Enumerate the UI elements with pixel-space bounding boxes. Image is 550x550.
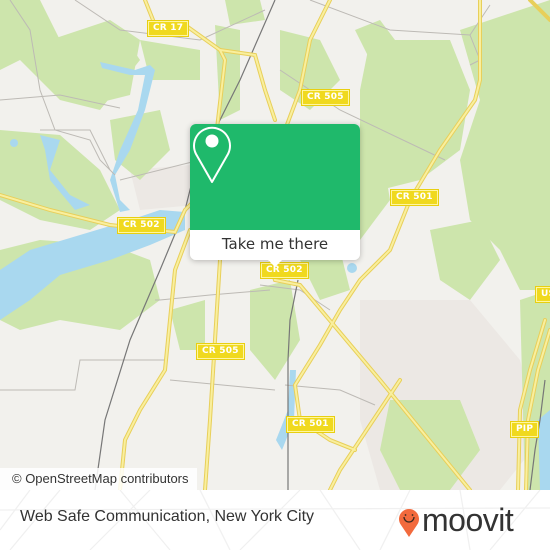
road-label-pip: PIP [509,421,540,438]
popup-pointer [266,258,284,267]
moovit-pin-icon [399,509,419,537]
footer-bar: Web Safe Communication, New York City mo… [0,490,550,550]
take-me-there-button[interactable]: Take me there [190,230,360,260]
popup-header [190,124,360,230]
road-label-us: US [534,286,550,303]
road-label-cr17: CR 17 [146,20,190,37]
place-name: Web Safe Communication, New York City [20,508,315,525]
road-label-cr505-north: CR 505 [301,89,350,106]
map-view[interactable]: CR 17 CR 505 CR 501 CR 502 CR 502 CR 505… [0,0,550,490]
map-pin-icon [193,126,231,183]
road-label-cr505-south: CR 505 [196,343,245,360]
moovit-wordmark: moovit [422,502,514,538]
road-label-cr502-west: CR 502 [117,217,166,234]
map-attribution[interactable]: © OpenStreetMap contributors [0,468,197,490]
road-label-cr501-north: CR 501 [390,189,439,206]
location-popup: Take me there [190,124,360,267]
road-label-cr501-south: CR 501 [286,416,335,433]
